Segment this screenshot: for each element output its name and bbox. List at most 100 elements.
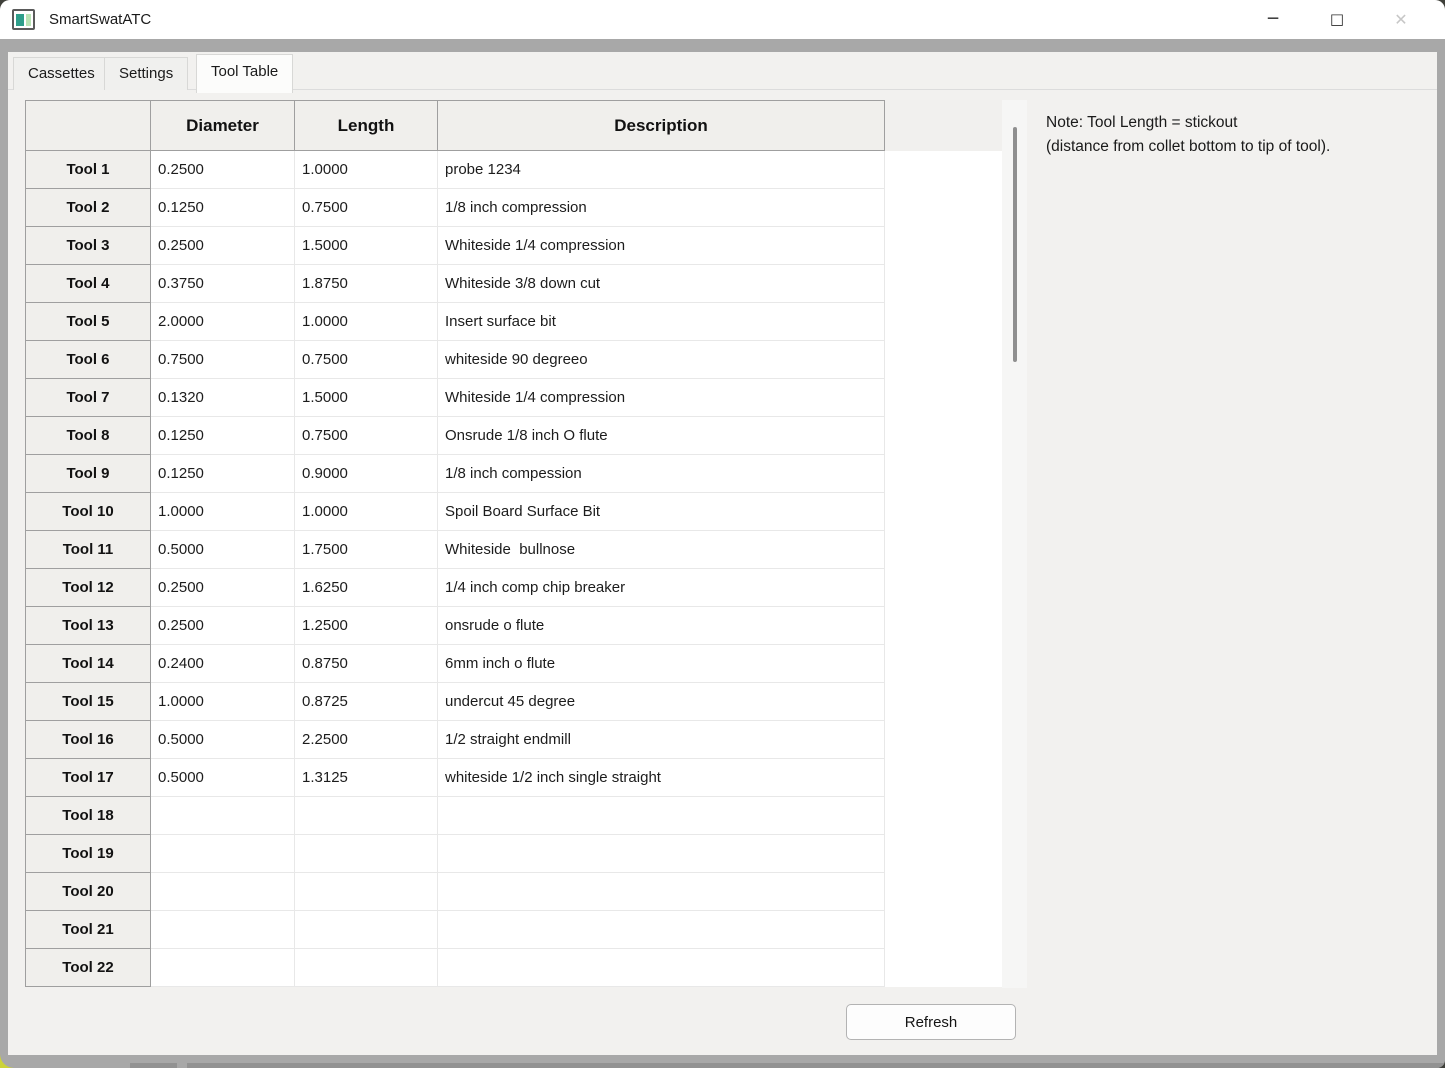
cell-diameter[interactable]: 0.2500 (151, 607, 295, 645)
cell-length[interactable] (295, 873, 438, 911)
cell-diameter[interactable]: 1.0000 (151, 683, 295, 721)
maximize-icon[interactable]: □ (1305, 0, 1369, 39)
cell-description[interactable]: 1/8 inch compession (438, 455, 885, 493)
cell-diameter[interactable]: 0.7500 (151, 341, 295, 379)
cell-diameter[interactable]: 0.1250 (151, 417, 295, 455)
cell-length[interactable]: 2.2500 (295, 721, 438, 759)
row-header[interactable]: Tool 9 (26, 455, 151, 493)
cell-description[interactable]: Whiteside bullnose (438, 531, 885, 569)
cell-diameter[interactable]: 0.5000 (151, 759, 295, 797)
cell-diameter[interactable]: 0.2500 (151, 151, 295, 189)
row-header[interactable]: Tool 5 (26, 303, 151, 341)
cell-length[interactable]: 0.7500 (295, 341, 438, 379)
row-header[interactable]: Tool 22 (26, 949, 151, 987)
cell-diameter[interactable] (151, 797, 295, 835)
cell-description[interactable] (438, 873, 885, 911)
cell-diameter[interactable]: 0.2500 (151, 569, 295, 607)
cell-length[interactable]: 0.8750 (295, 645, 438, 683)
cell-description[interactable] (438, 911, 885, 949)
cell-description[interactable]: onsrude o flute (438, 607, 885, 645)
cell-diameter[interactable]: 0.2500 (151, 227, 295, 265)
cell-length[interactable] (295, 835, 438, 873)
cell-diameter[interactable]: 0.5000 (151, 531, 295, 569)
cell-description[interactable]: 1/8 inch compression (438, 189, 885, 227)
column-header-description[interactable]: Description (438, 101, 885, 151)
cell-length[interactable]: 1.3125 (295, 759, 438, 797)
row-header[interactable]: Tool 14 (26, 645, 151, 683)
cell-length[interactable]: 0.9000 (295, 455, 438, 493)
cell-description[interactable]: Whiteside 1/4 compression (438, 227, 885, 265)
cell-diameter[interactable]: 0.1320 (151, 379, 295, 417)
cell-diameter[interactable] (151, 949, 295, 987)
cell-description[interactable]: whiteside 1/2 inch single straight (438, 759, 885, 797)
cell-length[interactable]: 1.8750 (295, 265, 438, 303)
cell-length[interactable] (295, 949, 438, 987)
close-icon[interactable]: ✕ (1369, 0, 1433, 39)
cell-length[interactable]: 0.7500 (295, 189, 438, 227)
cell-description[interactable]: 6mm inch o flute (438, 645, 885, 683)
cell-description[interactable] (438, 797, 885, 835)
row-header[interactable]: Tool 11 (26, 531, 151, 569)
cell-length[interactable] (295, 797, 438, 835)
row-header[interactable]: Tool 10 (26, 493, 151, 531)
row-header[interactable]: Tool 12 (26, 569, 151, 607)
scrollbar-thumb[interactable] (1013, 127, 1017, 362)
row-header[interactable]: Tool 8 (26, 417, 151, 455)
row-header[interactable]: Tool 17 (26, 759, 151, 797)
cell-length[interactable]: 1.2500 (295, 607, 438, 645)
cell-description[interactable]: undercut 45 degree (438, 683, 885, 721)
row-header[interactable]: Tool 15 (26, 683, 151, 721)
cell-description[interactable]: Whiteside 1/4 compression (438, 379, 885, 417)
cell-diameter[interactable]: 0.3750 (151, 265, 295, 303)
row-header[interactable]: Tool 1 (26, 151, 151, 189)
cell-diameter[interactable] (151, 835, 295, 873)
cell-description[interactable]: Spoil Board Surface Bit (438, 493, 885, 531)
tab-cassettes[interactable]: Cassettes (13, 57, 110, 90)
cell-description[interactable]: probe 1234 (438, 151, 885, 189)
row-header[interactable]: Tool 20 (26, 873, 151, 911)
column-header-diameter[interactable]: Diameter (151, 101, 295, 151)
row-header[interactable]: Tool 3 (26, 227, 151, 265)
cell-description[interactable]: Onsrude 1/8 inch O flute (438, 417, 885, 455)
row-header[interactable]: Tool 2 (26, 189, 151, 227)
cell-description[interactable]: whiteside 90 degreeo (438, 341, 885, 379)
cell-length[interactable]: 1.5000 (295, 379, 438, 417)
cell-diameter[interactable] (151, 873, 295, 911)
cell-length[interactable] (295, 911, 438, 949)
column-header-blank[interactable] (26, 101, 151, 151)
cell-length[interactable]: 1.0000 (295, 151, 438, 189)
row-header[interactable]: Tool 19 (26, 835, 151, 873)
cell-description[interactable]: Insert surface bit (438, 303, 885, 341)
row-header[interactable]: Tool 21 (26, 911, 151, 949)
cell-diameter[interactable]: 0.1250 (151, 189, 295, 227)
tab-tool-table[interactable]: Tool Table (196, 54, 293, 93)
cell-description[interactable]: 1/4 inch comp chip breaker (438, 569, 885, 607)
row-header[interactable]: Tool 4 (26, 265, 151, 303)
cell-length[interactable]: 1.5000 (295, 227, 438, 265)
cell-length[interactable]: 1.7500 (295, 531, 438, 569)
cell-diameter[interactable]: 0.2400 (151, 645, 295, 683)
table-scrollbar[interactable] (1002, 100, 1027, 988)
row-header[interactable]: Tool 16 (26, 721, 151, 759)
cell-diameter[interactable] (151, 911, 295, 949)
cell-length[interactable]: 0.7500 (295, 417, 438, 455)
refresh-button[interactable]: Refresh (846, 1004, 1016, 1040)
cell-length[interactable]: 1.0000 (295, 493, 438, 531)
cell-diameter[interactable]: 1.0000 (151, 493, 295, 531)
cell-description[interactable]: 1/2 straight endmill (438, 721, 885, 759)
cell-description[interactable] (438, 949, 885, 987)
cell-diameter[interactable]: 0.1250 (151, 455, 295, 493)
row-header[interactable]: Tool 6 (26, 341, 151, 379)
cell-description[interactable]: Whiteside 3/8 down cut (438, 265, 885, 303)
row-header[interactable]: Tool 13 (26, 607, 151, 645)
cell-length[interactable]: 0.8725 (295, 683, 438, 721)
minimize-icon[interactable]: ─ (1241, 0, 1305, 39)
cell-description[interactable] (438, 835, 885, 873)
cell-length[interactable]: 1.6250 (295, 569, 438, 607)
row-header[interactable]: Tool 18 (26, 797, 151, 835)
tab-settings[interactable]: Settings (104, 57, 188, 90)
column-header-length[interactable]: Length (295, 101, 438, 151)
cell-diameter[interactable]: 0.5000 (151, 721, 295, 759)
cell-diameter[interactable]: 2.0000 (151, 303, 295, 341)
row-header[interactable]: Tool 7 (26, 379, 151, 417)
